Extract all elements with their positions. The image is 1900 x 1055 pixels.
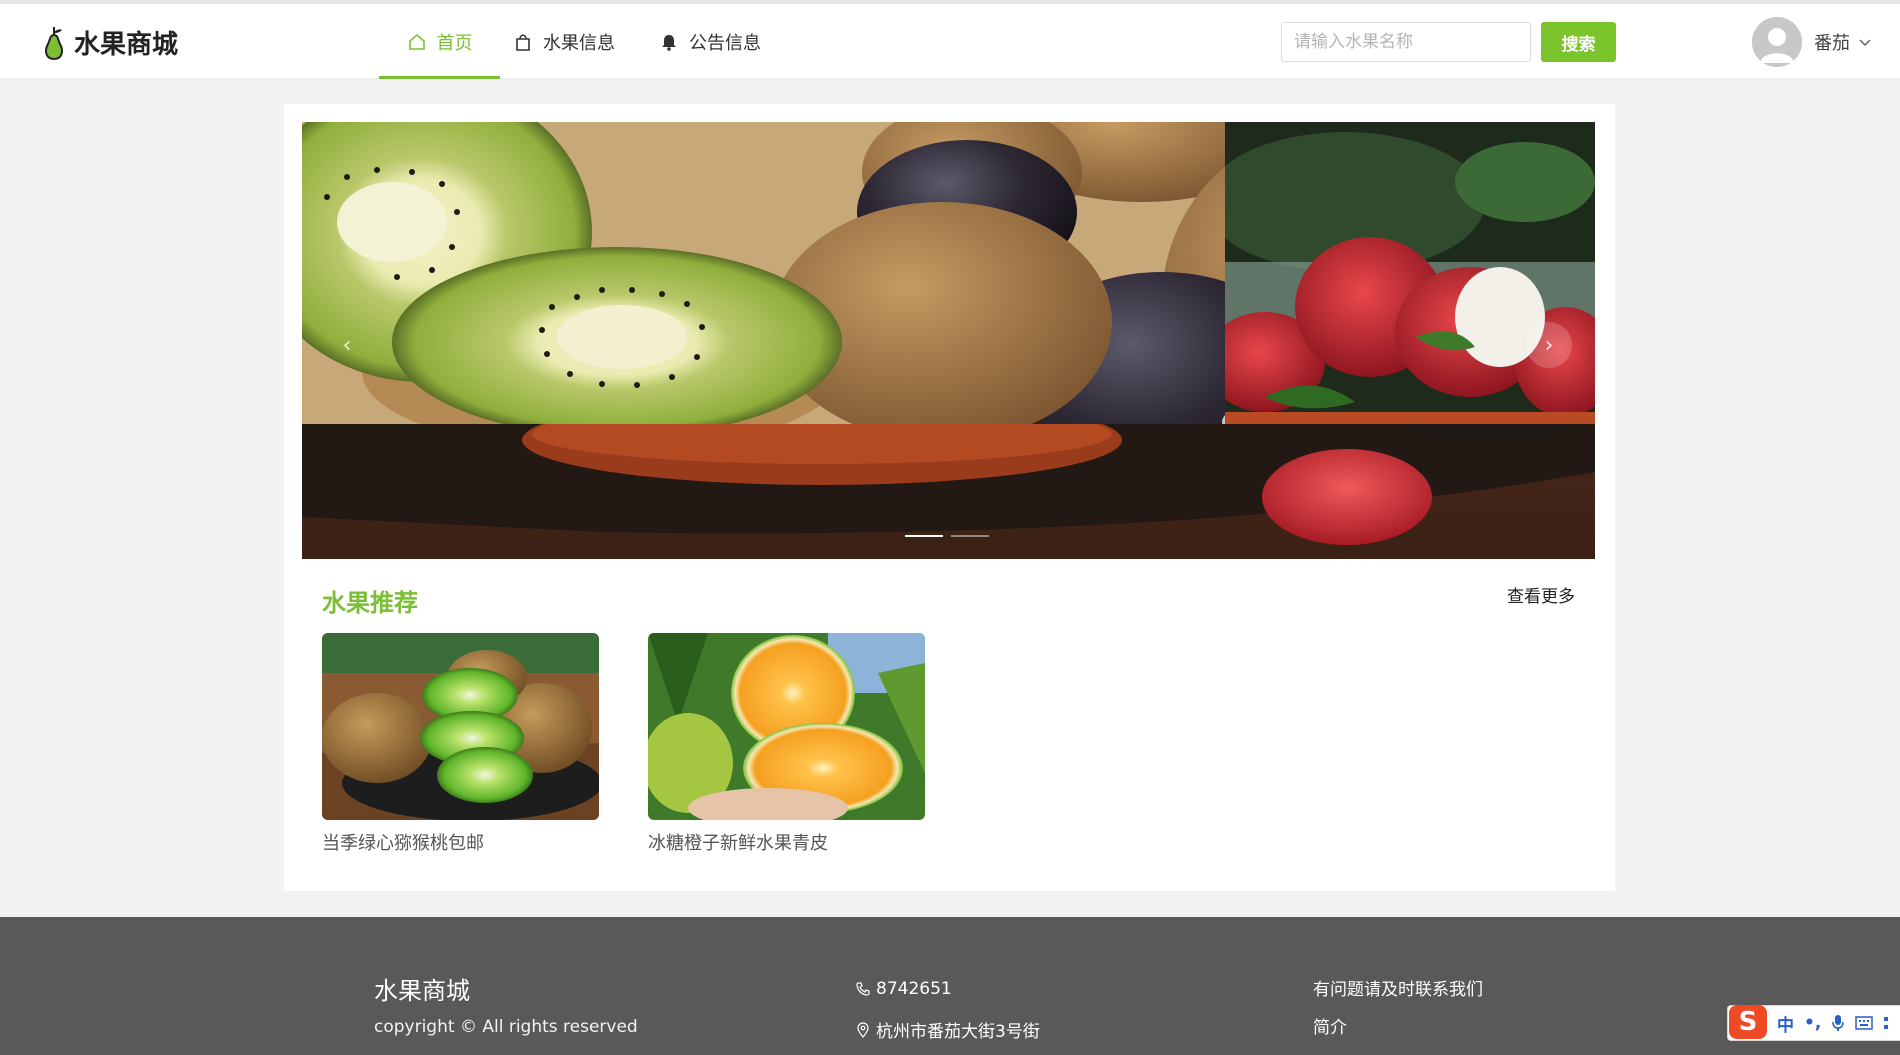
carousel-next-button[interactable]: ›	[1526, 322, 1572, 368]
section-title: 水果推荐	[322, 589, 418, 617]
phone-icon	[856, 982, 870, 996]
carousel-indicators	[905, 535, 989, 537]
footer-address: 杭州市番茄大街3号街	[855, 1017, 1040, 1042]
footer-copyright: copyright © All rights reserved	[374, 1017, 638, 1037]
user-name: 番茄	[1814, 33, 1850, 54]
nav-home-label: 首页	[436, 32, 473, 54]
ime-language-toggle[interactable]: 中	[1777, 1011, 1794, 1036]
microphone-icon[interactable]	[1831, 1014, 1845, 1032]
carousel-indicator-1[interactable]	[905, 535, 943, 537]
search-button[interactable]: 搜索	[1541, 22, 1616, 62]
carousel-indicator-2[interactable]	[951, 535, 989, 537]
product-card[interactable]: 当季绿心猕猴桃包邮	[322, 633, 599, 855]
sogou-logo-icon: S	[1729, 1005, 1767, 1039]
footer-intro-link[interactable]: 简介	[1313, 1013, 1347, 1038]
product-name: 冰糖橙子新鲜水果青皮	[648, 833, 828, 854]
main-nav: 首页 水果信息 公告信息	[379, 4, 784, 79]
chevron-right-icon: ›	[1544, 332, 1554, 358]
search-input[interactable]	[1281, 22, 1531, 62]
logo-text: 水果商城	[74, 30, 179, 60]
nav-home[interactable]: 首页	[379, 4, 500, 79]
product-card[interactable]: 冰糖橙子新鲜水果青皮	[648, 633, 925, 855]
bell-icon	[659, 32, 679, 52]
banner-carousel[interactable]: ‹ ›	[302, 122, 1595, 559]
more-options-icon[interactable]	[1883, 1015, 1889, 1031]
ime-punctuation-toggle[interactable]: •,	[1804, 1013, 1821, 1033]
kiwi-plum-slide	[302, 122, 1225, 424]
user-menu[interactable]: 番茄	[1752, 17, 1872, 67]
view-more-link[interactable]: 查看更多	[1507, 582, 1575, 607]
avatar	[1752, 17, 1802, 67]
carousel-prev-button[interactable]: ‹	[324, 322, 370, 368]
pear-icon	[45, 26, 63, 60]
chevron-left-icon: ‹	[342, 332, 352, 358]
site-header: 水果商城 首页 水果信息 公告信息 搜索	[0, 4, 1900, 79]
nav-fruit-info-label: 水果信息	[543, 32, 615, 54]
footer-contact-link[interactable]: 有问题请及时联系我们	[1313, 975, 1483, 1000]
orange-image	[648, 633, 925, 820]
site-logo[interactable]: 水果商城	[42, 24, 178, 61]
nav-fruit-info[interactable]: 水果信息	[500, 4, 628, 79]
footer-title: 水果商城	[374, 977, 470, 1005]
nav-notice-info-label: 公告信息	[689, 32, 761, 54]
nav-notice-info[interactable]: 公告信息	[636, 4, 784, 79]
product-name: 当季绿心猕猴桃包邮	[322, 833, 484, 854]
kiwi-image	[322, 633, 599, 820]
site-footer: 水果商城 copyright © All rights reserved 874…	[0, 917, 1900, 1055]
lychee-slide	[1225, 122, 1595, 424]
chevron-down-icon	[1859, 39, 1871, 47]
home-icon	[407, 32, 427, 52]
footer-phone: 8742651	[855, 979, 952, 999]
ime-toolbar[interactable]: S 中 •,	[1727, 1005, 1900, 1041]
location-pin-icon	[857, 1021, 869, 1038]
keyboard-icon[interactable]	[1855, 1015, 1874, 1031]
shopping-bag-icon	[513, 32, 533, 52]
footer-phone-text: 8742651	[876, 979, 952, 999]
main-panel: ‹ › 水果推荐 查看更多 当季绿心猕猴桃包邮 冰糖橙子新鲜水果青皮	[284, 104, 1615, 891]
footer-address-text: 杭州市番茄大街3号街	[876, 1022, 1040, 1042]
